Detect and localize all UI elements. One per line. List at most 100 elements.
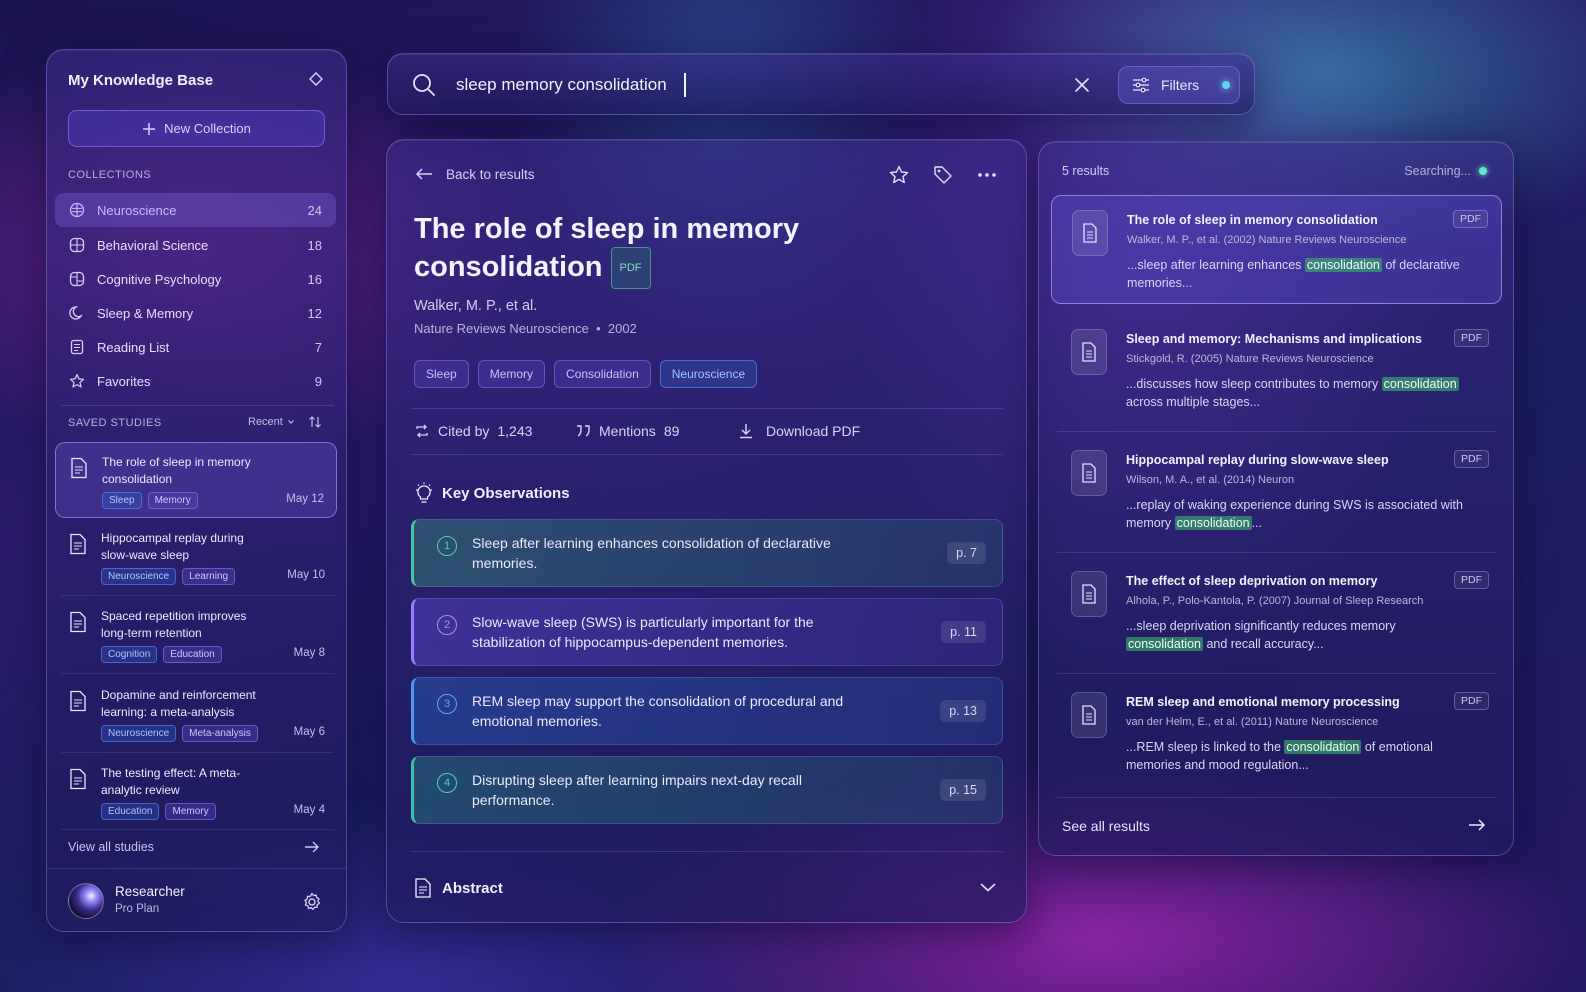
divider <box>61 595 334 596</box>
avatar[interactable] <box>68 883 104 919</box>
divider <box>411 851 1003 852</box>
gear-icon[interactable] <box>302 892 322 912</box>
sidebar-item-neuroscience[interactable]: Neuroscience 24 <box>55 193 336 227</box>
diamond-icon[interactable] <box>309 72 323 86</box>
cited-by-label: Cited by <box>438 423 490 439</box>
saved-study-item[interactable]: Spaced repetition improves long-term ret… <box>55 597 337 673</box>
divider <box>61 405 334 406</box>
study-tag[interactable]: Neuroscience <box>101 725 177 742</box>
sort-icon[interactable] <box>308 415 322 429</box>
sidebar-item-count: 24 <box>307 202 322 218</box>
close-icon[interactable] <box>1073 76 1091 94</box>
sliders-icon <box>1132 77 1150 93</box>
document-icon <box>1071 329 1107 375</box>
page-reference[interactable]: p. 13 <box>940 700 986 722</box>
sidebar-item-label: Cognitive Psychology <box>97 271 222 287</box>
document-icon <box>69 533 87 555</box>
divider <box>411 408 1003 409</box>
study-tag[interactable]: Sleep <box>102 492 142 509</box>
result-snippet: ...discusses how sleep contributes to me… <box>1126 375 1466 411</box>
back-to-results-link[interactable]: Back to results <box>446 167 535 182</box>
see-all-results-link[interactable]: See all results <box>1062 818 1150 834</box>
observation-text: Disrupting sleep after learning impairs … <box>472 772 802 808</box>
sidebar-title: My Knowledge Base <box>68 72 214 89</box>
study-tag[interactable]: Neuroscience <box>101 568 177 585</box>
filters-label: Filters <box>1161 77 1200 93</box>
result-item[interactable]: Sleep and memory: Mechanisms and implica… <box>1051 315 1502 424</box>
result-item[interactable]: REM sleep and emotional memory processin… <box>1051 678 1502 787</box>
saved-study-item[interactable]: Hippocampal replay during slow-wave slee… <box>55 519 337 595</box>
snippet-text: and recall accuracy... <box>1202 637 1324 651</box>
snippet-text: ... <box>1251 516 1263 530</box>
star-icon <box>69 373 85 389</box>
lightbulb-icon <box>414 482 434 504</box>
page-title: The role of sleep in memory consolidatio… <box>414 211 854 289</box>
document-icon <box>69 690 87 712</box>
document-icon <box>69 611 87 633</box>
sidebar-item-reading-list[interactable]: Reading List 7 <box>55 330 336 364</box>
study-tag[interactable]: Cognition <box>101 646 158 663</box>
tag-icon[interactable] <box>933 165 953 185</box>
observation-text: Slow-wave sleep (SWS) is particularly im… <box>472 614 814 650</box>
study-tag[interactable]: Learning <box>182 568 236 585</box>
study-tag[interactable]: Education <box>163 646 222 663</box>
abstract-toggle[interactable]: Abstract <box>414 878 503 898</box>
snippet-highlight: consolidation <box>1126 637 1203 651</box>
new-collection-button[interactable]: New Collection <box>68 110 325 147</box>
observation-card[interactable]: 1 Sleep after learning enhances consolid… <box>411 519 1003 587</box>
arrow-right-icon[interactable] <box>304 840 320 854</box>
study-tag[interactable]: Memory <box>147 492 198 509</box>
study-tag[interactable]: Education <box>101 803 160 820</box>
observation-card[interactable]: 3 REM sleep may support the consolidatio… <box>411 677 1003 745</box>
sidebar-item-count: 12 <box>307 305 322 321</box>
arrow-left-icon[interactable] <box>415 166 433 182</box>
observation-card[interactable]: 4 Disrupting sleep after learning impair… <box>411 756 1003 824</box>
document-icon <box>70 457 88 479</box>
sort-dropdown[interactable]: Recent <box>248 416 295 428</box>
chevron-down-icon[interactable] <box>979 881 997 893</box>
result-item[interactable]: The effect of sleep deprivation on memor… <box>1051 557 1502 666</box>
sidebar-item-favorites[interactable]: Favorites 9 <box>55 364 336 398</box>
document-icon <box>1072 210 1108 256</box>
divider <box>61 673 334 674</box>
brain-icon <box>69 271 85 287</box>
result-item[interactable]: Hippocampal replay during slow-wave slee… <box>1051 436 1502 545</box>
user-name: Researcher <box>115 884 185 899</box>
sidebar-item-sleep-memory[interactable]: Sleep & Memory 12 <box>55 296 336 330</box>
mentions-stat[interactable]: Mentions 89 <box>575 423 679 439</box>
search-input[interactable] <box>456 71 1056 99</box>
saved-study-item[interactable]: The testing effect: A meta-analytic revi… <box>55 754 337 830</box>
tag-chip[interactable]: Sleep <box>414 360 469 388</box>
sidebar-item-count: 16 <box>307 271 322 287</box>
divider <box>411 454 1003 455</box>
moon-icon <box>69 305 85 321</box>
filters-button[interactable]: Filters <box>1118 66 1240 104</box>
status-indicator <box>1479 167 1487 175</box>
view-all-studies-link[interactable]: View all studies <box>68 840 154 854</box>
star-icon[interactable] <box>889 165 909 185</box>
more-icon[interactable] <box>977 167 997 183</box>
cited-by-stat[interactable]: Cited by 1,243 <box>414 423 532 439</box>
tag-chip[interactable]: Consolidation <box>554 360 651 388</box>
sidebar-item-behavioral-science[interactable]: Behavioral Science 18 <box>55 228 336 262</box>
study-tag[interactable]: Meta-analysis <box>182 725 258 742</box>
sidebar-item-label: Behavioral Science <box>97 237 209 253</box>
result-item[interactable]: The role of sleep in memory consolidatio… <box>1051 195 1502 304</box>
tag-chip[interactable]: Neuroscience <box>659 360 758 388</box>
page-reference[interactable]: p. 11 <box>941 621 986 643</box>
download-pdf-button[interactable]: Download PDF <box>738 423 860 439</box>
study-tag[interactable]: Memory <box>165 803 216 820</box>
arrow-right-icon[interactable] <box>1468 817 1486 833</box>
observation-number: 1 <box>437 536 457 556</box>
saved-study-item[interactable]: Dopamine and reinforcement learning: a m… <box>55 676 337 752</box>
pdf-badge: PDF <box>610 247 651 289</box>
abstract-label: Abstract <box>442 879 503 897</box>
study-title: Hippocampal replay during slow-wave slee… <box>101 531 244 562</box>
page-reference[interactable]: p. 7 <box>947 542 986 564</box>
sidebar-item-cognitive-psychology[interactable]: Cognitive Psychology 16 <box>55 262 336 296</box>
tag-chip[interactable]: Memory <box>477 360 546 388</box>
page-reference[interactable]: p. 15 <box>940 779 986 801</box>
saved-study-item[interactable]: The role of sleep in memory consolidatio… <box>55 442 337 518</box>
document-icon <box>1071 571 1107 617</box>
observation-card[interactable]: 2 Slow-wave sleep (SWS) is particularly … <box>411 598 1003 666</box>
